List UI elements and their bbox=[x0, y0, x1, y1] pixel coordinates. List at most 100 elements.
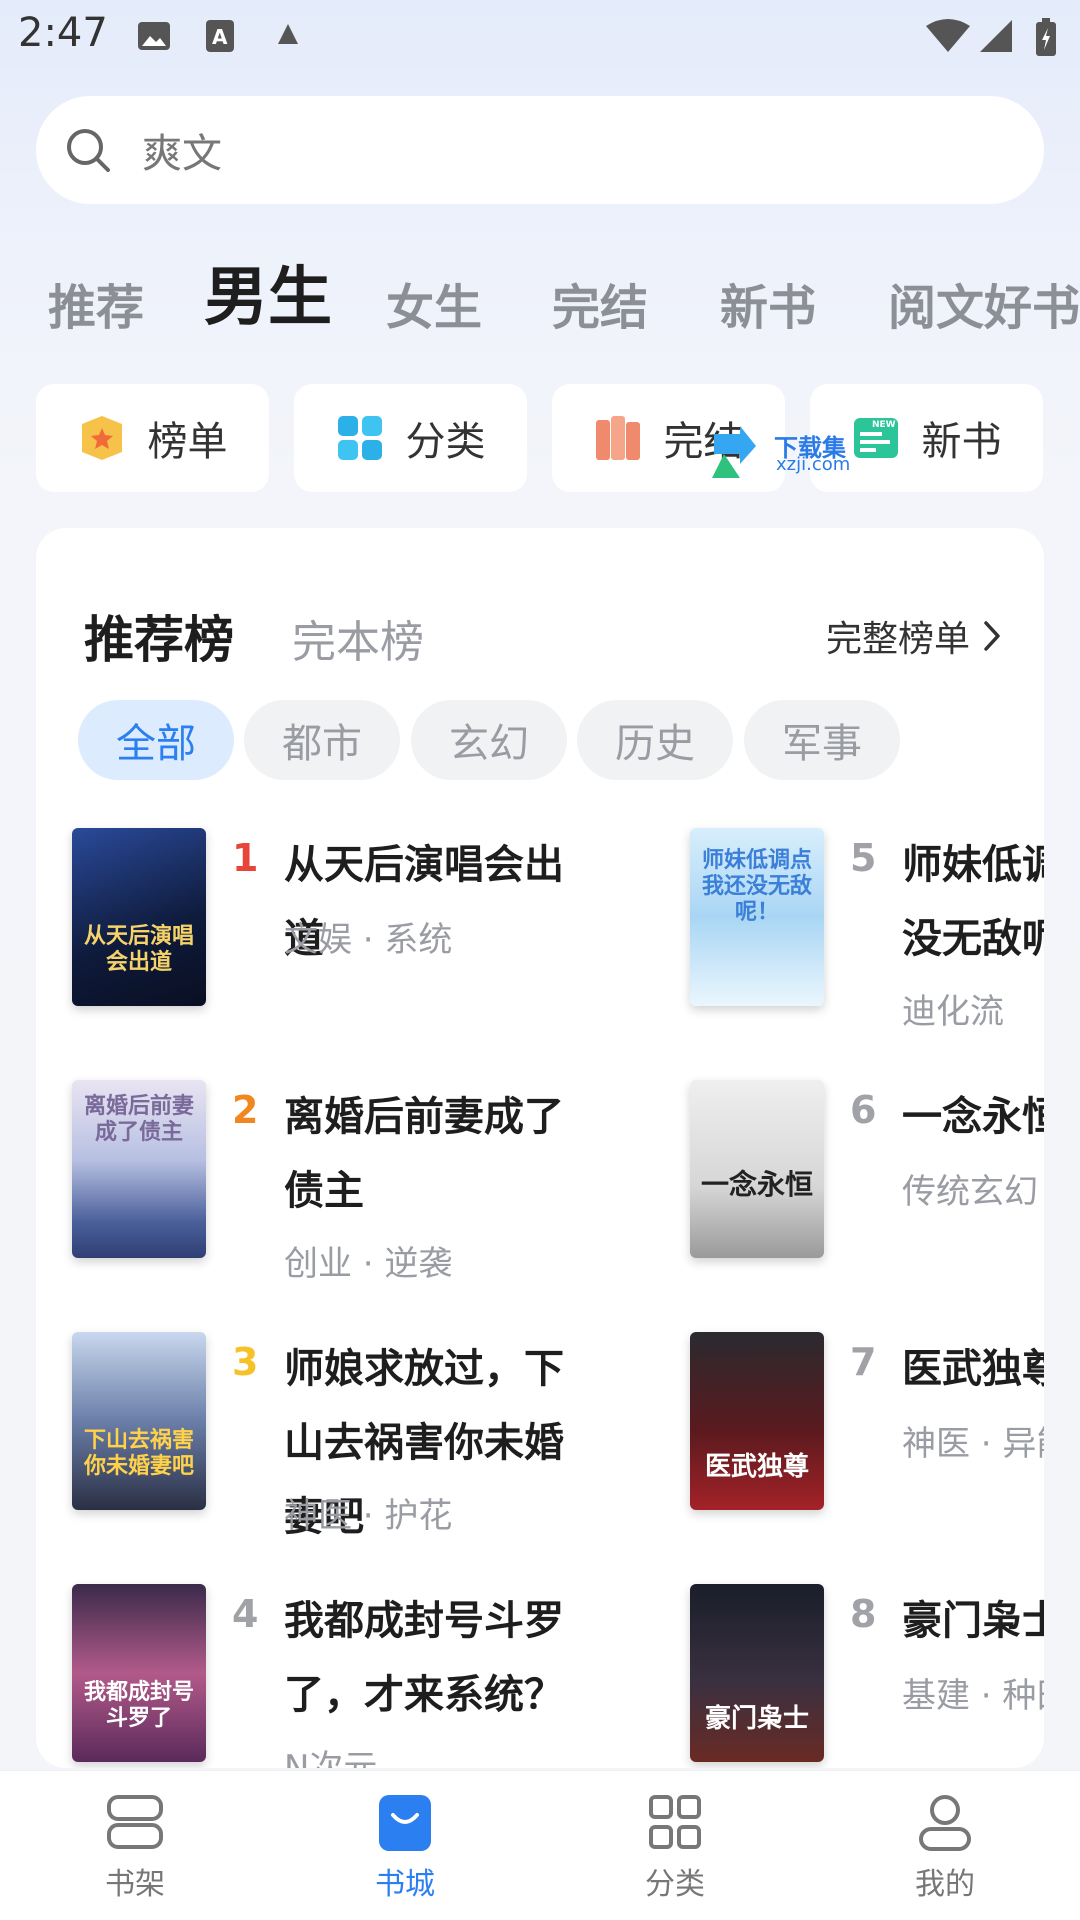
book-item-1[interactable]: 从天后演唱会出道 1 从天后演唱会出道 文娱 · 系统 bbox=[72, 828, 564, 1028]
rank-number: 1 bbox=[232, 836, 259, 880]
book-tags: N次元 bbox=[284, 1748, 378, 1768]
full-ranking-link[interactable]: 完整榜单 bbox=[826, 610, 1004, 662]
quick-entry-ranking[interactable]: 榜单 bbox=[36, 384, 269, 492]
book-item-7[interactable]: 医武独尊 7 医武独尊 神医 · 异能 bbox=[690, 1332, 1044, 1532]
book-item-6[interactable]: 一念永恒 6 一念永恒 传统玄幻 bbox=[690, 1080, 1044, 1280]
svg-text:A: A bbox=[212, 25, 228, 49]
rank-number: 7 bbox=[850, 1340, 877, 1384]
book-cover-text: 下山去祸害你未婚妻吧 bbox=[83, 1428, 194, 1479]
nav-bookstore[interactable]: 书城 bbox=[345, 1793, 465, 1903]
user-icon bbox=[919, 1795, 971, 1851]
shopping-bag-icon bbox=[379, 1795, 431, 1851]
grid-icon bbox=[649, 1795, 701, 1849]
grid-icon bbox=[337, 416, 382, 460]
tab-yuewen[interactable]: 阅文好书 bbox=[888, 268, 1080, 338]
tab-finished[interactable]: 完结 bbox=[552, 268, 648, 338]
nav-label: 书城 bbox=[375, 1867, 435, 1902]
channel-tabs: 推荐 男生 女生 完结 新书 阅文好书 bbox=[48, 248, 1080, 338]
rank-number: 8 bbox=[850, 1592, 877, 1636]
watermark-logo: 下载集 xzji.com bbox=[710, 424, 855, 480]
book-cover: 医武独尊 bbox=[690, 1332, 824, 1510]
wifi-icon bbox=[926, 19, 970, 52]
book-cover: 从天后演唱会出道 bbox=[72, 828, 206, 1006]
book-tags: 迪化流 bbox=[902, 992, 1004, 1032]
bottom-nav: 书架 书城 分类 我的 bbox=[0, 1770, 1080, 1920]
rank-number: 5 bbox=[850, 836, 877, 880]
search-placeholder: 爽文 bbox=[142, 131, 222, 177]
watermark-arrow-icon bbox=[712, 426, 756, 478]
book-cover-text: 从天后演唱会出道 bbox=[83, 924, 194, 975]
book-item-5[interactable]: 师妹低调点我还没无敌呢！ 5 师妹低调点我还没无敌呢 迪化流 bbox=[690, 828, 1044, 1032]
chip-urban[interactable]: 都市 bbox=[244, 700, 400, 780]
chevron-right-icon bbox=[984, 621, 1000, 651]
trophy-icon bbox=[81, 416, 122, 460]
gallery-icon bbox=[138, 22, 170, 50]
status-bar: 2:47 A bbox=[0, 0, 1080, 72]
search-bar[interactable]: 爽文 bbox=[36, 96, 1044, 204]
nav-category[interactable]: 分类 bbox=[615, 1793, 735, 1903]
book-item-4[interactable]: 我都成封号斗罗了 4 我都成封号斗罗了，才来系统？ N次元 bbox=[72, 1584, 564, 1768]
rank-number: 3 bbox=[232, 1340, 259, 1384]
full-ranking-label: 完整榜单 bbox=[825, 619, 970, 660]
tab-female[interactable]: 女生 bbox=[386, 268, 482, 338]
nav-bookshelf[interactable]: 书架 bbox=[75, 1793, 195, 1903]
chip-fantasy[interactable]: 玄幻 bbox=[411, 700, 567, 780]
rank-number: 4 bbox=[232, 1592, 259, 1636]
book-item-3[interactable]: 下山去祸害你未婚妻吧 3 师娘求放过，下山去祸害你未婚妻吧 神医 · 护花 bbox=[72, 1332, 564, 1540]
books-icon bbox=[595, 416, 640, 460]
book-cover-text: 一念永恒 bbox=[700, 1168, 813, 1201]
watermark-sub: xzji.com bbox=[776, 454, 851, 475]
ranking-title-finished[interactable]: 完本榜 bbox=[292, 606, 424, 670]
rank-number: 6 bbox=[850, 1088, 877, 1132]
book-tags: 神医 · 异能 bbox=[902, 1424, 1044, 1464]
nav-profile[interactable]: 我的 bbox=[885, 1793, 1005, 1903]
signal-icon bbox=[980, 20, 1012, 52]
book-cover: 一念永恒 bbox=[690, 1080, 824, 1258]
book-tags: 文娱 · 系统 bbox=[284, 920, 453, 960]
chip-history[interactable]: 历史 bbox=[577, 700, 733, 780]
book-item-2[interactable]: 离婚后前妻成了债主 2 离婚后前妻成了债主 创业 · 逆袭 bbox=[72, 1080, 564, 1284]
book-title: 师妹低调点我还没无敌呢 bbox=[902, 842, 1044, 962]
book-cover-text: 豪门枭士 bbox=[704, 1704, 809, 1734]
quick-entry-category[interactable]: 分类 bbox=[294, 384, 527, 492]
book-tags: 基建 · 种田 bbox=[902, 1676, 1044, 1716]
quick-entry-label: 榜单 bbox=[147, 419, 228, 465]
book-title: 豪门枭士 bbox=[902, 1598, 1044, 1644]
genre-chips: 全部 都市 玄幻 历史 军事 bbox=[78, 700, 1044, 780]
tab-male[interactable]: 男生 bbox=[204, 248, 332, 338]
ranking-title[interactable]: 推荐榜 bbox=[84, 600, 234, 672]
ranking-card: 推荐榜 完本榜 完整榜单 全部 都市 玄幻 历史 军事 从天后演唱会出道 1 从… bbox=[36, 528, 1044, 1768]
status-time: 2:47 bbox=[18, 10, 108, 56]
book-cover: 离婚后前妻成了债主 bbox=[72, 1080, 206, 1258]
book-cover: 下山去祸害你未婚妻吧 bbox=[72, 1332, 206, 1510]
nav-label: 书架 bbox=[105, 1867, 165, 1902]
quick-entry-label: 新书 bbox=[921, 419, 1002, 465]
book-cover-text: 离婚后前妻成了债主 bbox=[83, 1094, 194, 1145]
chip-military[interactable]: 军事 bbox=[744, 700, 900, 780]
battery-icon bbox=[1036, 18, 1056, 56]
book-cover-text: 我都成封号斗罗了 bbox=[83, 1680, 194, 1731]
book-cover: 师妹低调点我还没无敌呢！ bbox=[690, 828, 824, 1006]
tab-recommend[interactable]: 推荐 bbox=[48, 268, 144, 338]
book-title: 我都成封号斗罗了，才来系统？ bbox=[284, 1598, 564, 1718]
nav-label: 分类 bbox=[645, 1867, 705, 1902]
book-cover: 我都成封号斗罗了 bbox=[72, 1584, 206, 1762]
notification-icon bbox=[278, 24, 298, 44]
book-title: 医武独尊 bbox=[902, 1346, 1044, 1392]
book-title: 离婚后前妻成了债主 bbox=[284, 1094, 564, 1214]
chip-all[interactable]: 全部 bbox=[78, 700, 234, 780]
book-tags: 神医 · 护花 bbox=[284, 1496, 453, 1536]
nav-label: 我的 bbox=[915, 1867, 975, 1902]
book-cover-text: 医武独尊 bbox=[704, 1452, 809, 1482]
search-icon bbox=[67, 129, 110, 172]
font-icon: A bbox=[206, 20, 234, 52]
bookshelf-icon bbox=[107, 1795, 163, 1849]
book-title: 一念永恒 bbox=[902, 1094, 1044, 1140]
new-badge-icon: NEW bbox=[853, 418, 898, 458]
book-item-8[interactable]: 豪门枭士 8 豪门枭士 基建 · 种田 bbox=[690, 1584, 1044, 1768]
tab-new[interactable]: 新书 bbox=[720, 268, 816, 338]
book-cover-text: 师妹低调点我还没无敌呢！ bbox=[701, 848, 812, 925]
quick-entry-label: 分类 bbox=[405, 419, 486, 465]
rank-number: 2 bbox=[232, 1088, 259, 1132]
book-tags: 传统玄幻 bbox=[902, 1172, 1038, 1212]
